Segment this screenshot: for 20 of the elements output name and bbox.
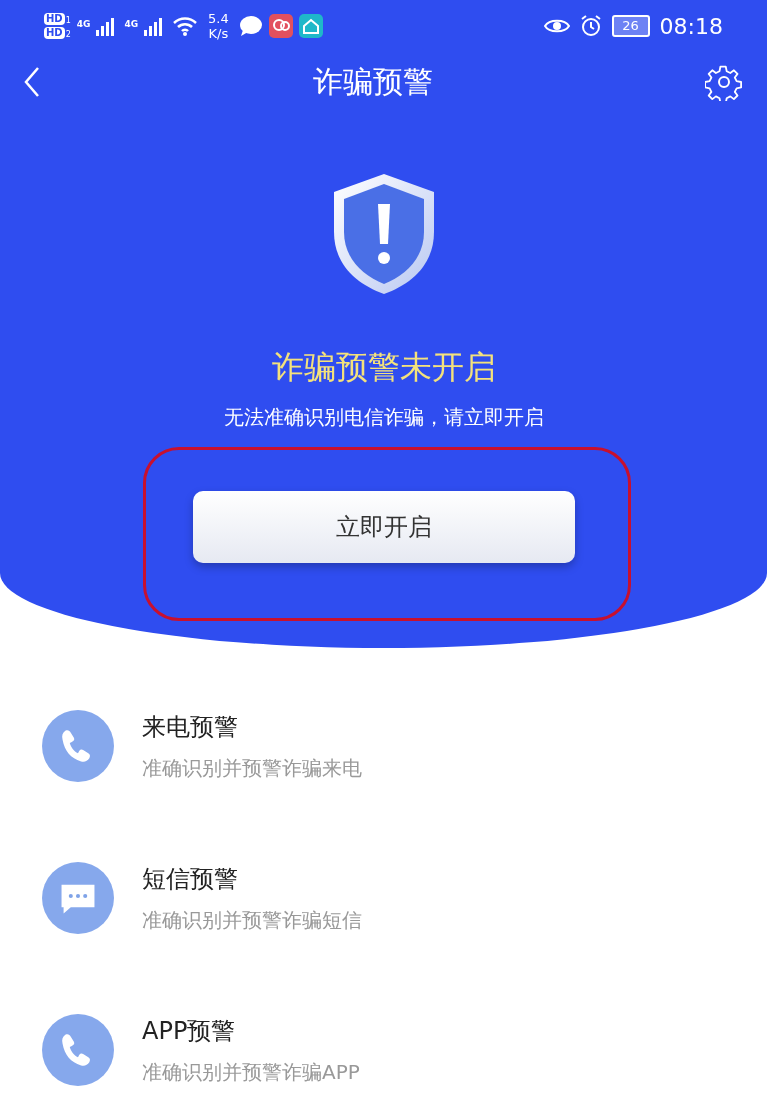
network-type: 4G [76,19,91,29]
status-headline: 诈骗预警未开启 [271,347,496,388]
feature-title: 来电预警 [142,711,239,743]
feature-title: APP预警 [142,1015,237,1047]
hd-badge: HD [44,13,65,25]
feature-description: 准确识别并预警诈骗APP [142,1058,360,1086]
speed-unit: K/s [208,26,229,41]
clock-time: 08:18 [659,13,723,39]
sim-index: 2 [65,30,71,39]
enable-now-button[interactable]: 立即开启 [192,491,575,563]
network-type: 4G [124,19,139,29]
feature-title: 短信预警 [142,863,239,895]
speed-value: 5.4 [208,11,229,26]
battery-level: 26 [622,19,639,33]
sim-index: 1 [65,16,71,25]
feature-description: 准确识别并预警诈骗来电 [142,754,362,782]
hd-badge: HD [44,27,65,39]
page-title: 诈骗预警 [312,62,433,101]
feature-description: 准确识别并预警诈骗短信 [142,906,362,934]
status-description: 无法准确识别电信诈骗，请立即开启 [223,404,544,431]
